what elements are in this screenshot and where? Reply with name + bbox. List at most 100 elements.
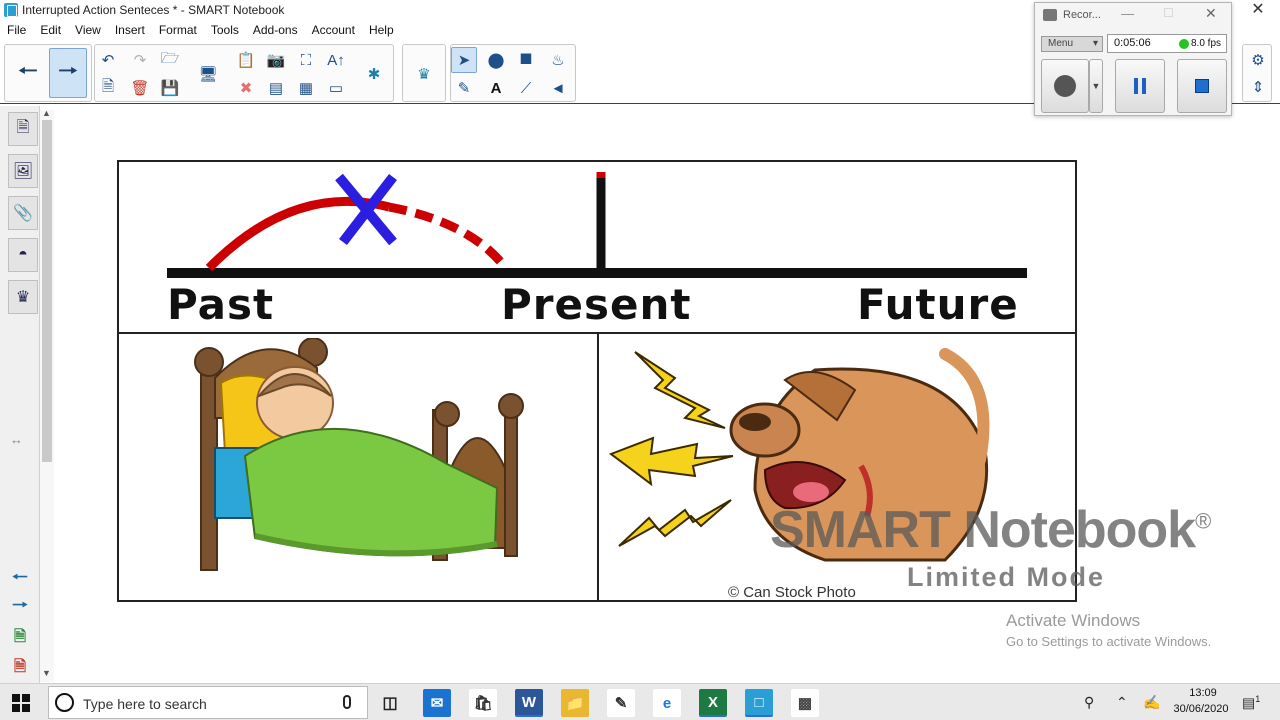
pen-circle-icon: ✎ <box>614 695 628 712</box>
menu-help[interactable]: Help <box>362 21 401 41</box>
windows-logo-icon <box>12 694 20 702</box>
recorder-minimize-button[interactable]: — <box>1121 6 1134 21</box>
add-page-button[interactable]: 🗎 <box>95 75 121 101</box>
mail-icon: ✉ <box>430 695 444 712</box>
record-button[interactable] <box>1041 59 1089 113</box>
table-icon: ▦ <box>298 80 314 97</box>
puzzle-piece-icon: ♛ <box>417 66 431 83</box>
recorder-app[interactable]: ▩ <box>791 689 819 717</box>
open-file-button[interactable]: 🗁 <box>157 47 183 73</box>
word-app[interactable]: W <box>515 689 543 717</box>
record-options-dropdown[interactable]: ▼ <box>1089 59 1103 113</box>
measurement-icon: ▭ <box>328 80 344 97</box>
pen-workspace-icon[interactable]: ✍ <box>1143 694 1160 711</box>
undo-button[interactable]: ↶ <box>95 47 121 73</box>
next-page-button[interactable]: 🠒 <box>49 48 87 98</box>
gallery-tab[interactable]: 🖼 <box>8 154 38 188</box>
paperclip-icon: 📎 <box>13 205 33 222</box>
redo-button[interactable]: ↷ <box>127 47 153 73</box>
microphone-icon[interactable] <box>343 695 351 709</box>
lesson-activity-button[interactable]: ♛ <box>411 61 437 87</box>
window-close-button[interactable]: ✕ <box>1246 0 1270 20</box>
puzzle-icon: ♛ <box>15 289 31 306</box>
notification-center-icon[interactable]: ▤1 <box>1242 694 1260 712</box>
pause-button[interactable] <box>1115 59 1165 113</box>
window-title: Interrupted Action Senteces * - SMART No… <box>22 3 285 17</box>
notification-count: 1 <box>1255 694 1261 704</box>
pen-tool-button[interactable]: ✎ <box>451 75 477 101</box>
properties-tab[interactable]: ◓ <box>8 238 38 272</box>
measurement-tools-button[interactable]: ▭ <box>323 75 349 101</box>
scroll-down-arrow-icon[interactable]: ▼ <box>42 668 51 678</box>
clock-date[interactable]: 30/06/2020 <box>1168 703 1234 715</box>
arrow-left-icon: 🠐 <box>18 58 38 83</box>
previous-page-button[interactable]: 🠐 <box>9 48 47 98</box>
insert-table-button[interactable]: ▦ <box>293 75 319 101</box>
eraser-icon: ◄ <box>550 79 566 97</box>
sidebar-resize-handle[interactable]: ↔ <box>10 432 23 447</box>
timeline-panel: Past Present Future <box>119 162 1075 334</box>
recorder-maximize-button[interactable]: ☐ <box>1163 6 1174 20</box>
add-ons-button[interactable]: ✱ <box>361 61 387 87</box>
screen-shade-button[interactable]: ▤ <box>263 75 289 101</box>
show-hidden-icons-chevron-up-icon[interactable]: ⌃ <box>1116 694 1128 711</box>
paste-button[interactable]: 📋 <box>233 47 259 73</box>
store-app[interactable]: 🛍 <box>469 689 497 717</box>
eraser-tool-button[interactable]: ◄ <box>545 75 571 101</box>
menu-edit[interactable]: Edit <box>33 21 68 41</box>
stop-button[interactable] <box>1177 59 1227 113</box>
spell-check-button[interactable]: A↑ <box>323 47 349 73</box>
shapes-tool-button[interactable]: ⯀ <box>513 47 539 73</box>
interrupted-arc-dashed <box>388 202 508 269</box>
select-tool-button[interactable]: ➤ <box>451 47 477 73</box>
sidebar-previous-page[interactable]: 🠐 <box>8 567 32 592</box>
fullscreen-button[interactable]: ⛶ <box>293 47 319 73</box>
page-sorter-tab[interactable]: 🗎 <box>8 112 38 146</box>
record-icon <box>1054 75 1076 97</box>
sidebar-next-page[interactable]: 🠒 <box>8 595 32 620</box>
pause-icon <box>1134 78 1146 94</box>
attachments-tab[interactable]: 📎 <box>8 196 38 230</box>
delete-page-button[interactable]: 🗑 <box>127 75 153 101</box>
smart-notebook-watermark-title: SMART Notebook® <box>770 500 1211 560</box>
taskbar-search-box[interactable]: Type here to search <box>48 686 368 719</box>
screen-recorder-window[interactable]: Recor... — ☐ ✕ Menu ▾ 0:05:06 8.0 fps ▼ <box>1034 2 1232 116</box>
move-toolbar-button[interactable]: ⇕ <box>1245 74 1271 100</box>
menu-tools[interactable]: Tools <box>204 21 246 41</box>
menu-format[interactable]: Format <box>152 21 204 41</box>
smart-notebook-app[interactable]: □ <box>745 689 773 717</box>
shape-pen-button[interactable]: ⬤ <box>483 47 509 73</box>
sidebar-delete-page[interactable]: 🗎 <box>8 656 32 680</box>
chevron-down-icon: ▼ <box>1091 81 1101 91</box>
people-icon[interactable]: ⚲ <box>1084 694 1094 711</box>
excel-app[interactable]: X <box>699 689 727 717</box>
sidebar-add-page[interactable]: 🗎 <box>8 626 32 650</box>
text-tool-button[interactable]: A <box>483 75 509 101</box>
mail-app[interactable]: ✉ <box>423 689 451 717</box>
menu-file[interactable]: File <box>0 21 33 41</box>
recorder-menu-dropdown[interactable]: Menu ▾ <box>1041 36 1103 52</box>
clock-time[interactable]: 13:09 <box>1178 687 1228 699</box>
task-view-button[interactable]: ◫ <box>376 689 404 717</box>
start-button[interactable] <box>12 694 30 712</box>
settings-button[interactable]: ⚙ <box>1245 47 1271 73</box>
display-screen-button[interactable]: 🖥 <box>195 61 221 87</box>
drawing-app[interactable]: ✎ <box>607 689 635 717</box>
fullscreen-icon: ⛶ <box>300 51 312 69</box>
scrollbar-thumb[interactable] <box>42 120 52 462</box>
edge-browser-app[interactable]: e <box>653 689 681 717</box>
save-button[interactable]: 💾 <box>157 75 183 101</box>
gear-icon: ⚙ <box>1251 52 1265 69</box>
file-explorer-app[interactable]: 📁 <box>561 689 589 717</box>
menu-insert[interactable]: Insert <box>108 21 152 41</box>
scroll-up-arrow-icon[interactable]: ▲ <box>42 108 51 118</box>
add-ons-tab[interactable]: ♛ <box>8 280 38 314</box>
screen-capture-button[interactable]: 📷 <box>263 47 289 73</box>
menu-add-ons[interactable]: Add-ons <box>246 21 305 41</box>
recorder-close-button[interactable]: ✕ <box>1205 5 1217 22</box>
line-tool-button[interactable]: ⟋ <box>513 75 539 101</box>
delete-button[interactable]: ✖ <box>233 75 259 101</box>
menu-account[interactable]: Account <box>305 21 362 41</box>
fill-tool-button[interactable]: ♨ <box>545 47 571 73</box>
menu-view[interactable]: View <box>68 21 108 41</box>
